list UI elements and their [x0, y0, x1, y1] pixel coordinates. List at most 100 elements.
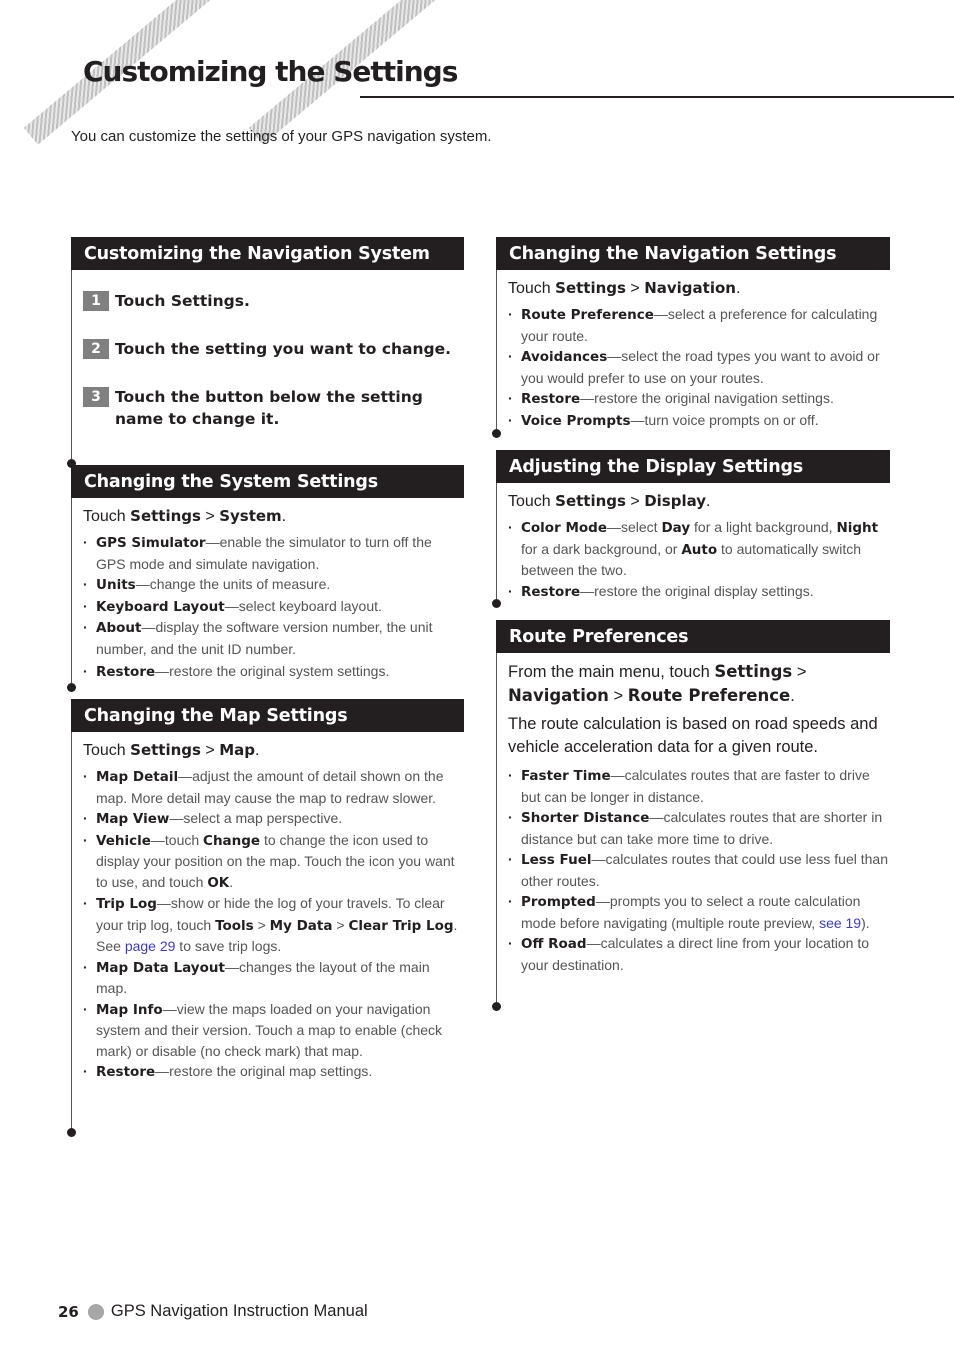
- section-body: Touch Settings > Map. Map Detail—adjust …: [66, 732, 464, 1137]
- list-item: About—display the software version numbe…: [83, 617, 464, 659]
- section-route-preferences: Route Preferences From the main menu, to…: [491, 620, 890, 1011]
- item-desc: —select: [606, 519, 662, 535]
- list-item: Route Preference—select a preference for…: [508, 304, 890, 346]
- section-heading: Route Preferences: [496, 620, 890, 653]
- menu-path-system: System: [219, 507, 282, 525]
- list-item: Off Road—calculates a direct line from y…: [508, 933, 890, 975]
- item-desc: —display the software version number, th…: [96, 619, 433, 657]
- section-map-settings: Changing the Map Settings Touch Settings…: [66, 699, 464, 1137]
- step-1: 1 Touch Settings.: [83, 290, 464, 312]
- item-term: Vehicle: [96, 832, 151, 849]
- list-item: Color Mode—select Day for a light backgr…: [508, 517, 890, 581]
- item-desc: for a dark background, or: [521, 540, 682, 557]
- footer-dot-icon: [87, 1303, 104, 1320]
- section-body: From the main menu, touch Settings > Nav…: [491, 653, 890, 1011]
- list-item: Less Fuel—calculates routes that could u…: [508, 849, 890, 891]
- section-heading: Adjusting the Display Settings: [496, 450, 890, 483]
- item-desc: for a light background,: [690, 519, 837, 535]
- list-item: Map Data Layout—changes the layout of th…: [83, 957, 464, 999]
- page-number: 26: [58, 1302, 79, 1321]
- item-term: Less Fuel: [521, 852, 592, 868]
- list-item: Prompted—prompts you to select a route c…: [508, 891, 890, 933]
- list-item: Restore—restore the original map setting…: [83, 1061, 464, 1083]
- route-instructions: From the main menu, touch Settings > Nav…: [508, 653, 890, 708]
- list-item: Units—change the units of measure.: [83, 574, 464, 596]
- section-display-settings: Adjusting the Display Settings Touch Set…: [491, 450, 890, 608]
- section-navigation-settings: Changing the Navigation Settings Touch S…: [491, 237, 890, 438]
- item-term: Route Preference: [521, 307, 654, 323]
- path-separator: >: [625, 280, 645, 297]
- section-system-settings: Changing the System Settings Touch Setti…: [66, 465, 464, 692]
- intro-text: You can customize the settings of your G…: [71, 128, 492, 145]
- menu-path-navigation: Navigation: [644, 279, 736, 297]
- step-number: 3: [83, 387, 109, 407]
- step-2: 2 Touch the setting you want to change.: [83, 338, 464, 360]
- section-body: Touch Settings > Display. Color Mode—sel…: [491, 483, 890, 608]
- list-item: Map Detail—adjust the amount of detail s…: [83, 766, 464, 808]
- period: .: [281, 508, 287, 525]
- item-term: GPS Simulator: [96, 535, 206, 551]
- item-term: Trip Log: [96, 896, 157, 912]
- section-heading: Customizing the Navigation System: [71, 237, 464, 270]
- path-separator: >: [253, 916, 270, 933]
- section-heading: Changing the Navigation Settings: [496, 237, 890, 270]
- list-item: Restore—restore the original system sett…: [83, 661, 464, 683]
- settings-list: Map Detail—adjust the amount of detail s…: [83, 766, 464, 1083]
- menu-path-map: Map: [219, 741, 255, 759]
- menu-path-route-preference: Route Preference: [627, 686, 791, 705]
- item-desc: —restore the original navigation setting…: [580, 390, 834, 406]
- item-desc: —touch: [150, 831, 204, 848]
- touch-prefix: Touch: [83, 508, 131, 525]
- item-term: Off Road: [521, 936, 587, 952]
- list-item: Keyboard Layout—select keyboard layout.: [83, 596, 464, 618]
- item-term: Units: [96, 577, 136, 593]
- list-item: Map View—select a map perspective.: [83, 808, 464, 830]
- item-term: Keyboard Layout: [96, 598, 225, 615]
- title-rule: [360, 96, 954, 98]
- path-separator: >: [332, 916, 349, 933]
- list-item: Trip Log—show or hide the log of your tr…: [83, 893, 464, 957]
- path-separator: >: [608, 687, 628, 705]
- section-heading: Changing the System Settings: [71, 465, 464, 498]
- menu-path-settings: Settings: [555, 279, 626, 297]
- section-end-dot: [491, 599, 501, 608]
- section-end-dot: [66, 683, 76, 692]
- item-term: Prompted: [521, 894, 596, 910]
- option-auto: Auto: [681, 541, 718, 558]
- touch-prefix: Touch: [508, 493, 556, 510]
- list-item: Voice Prompts—turn voice prompts on or o…: [508, 410, 890, 432]
- item-desc: —restore the original map settings.: [155, 1063, 373, 1079]
- settings-list: GPS Simulator—enable the simulator to tu…: [83, 532, 464, 683]
- list-item: Restore—restore the original display set…: [508, 581, 890, 603]
- period: .: [790, 687, 795, 705]
- touch-prefix: Touch: [83, 742, 131, 759]
- step-text: Touch Settings.: [115, 292, 250, 310]
- menu-path-navigation: Navigation: [508, 686, 609, 705]
- period: .: [706, 493, 711, 510]
- item-term: Restore: [96, 664, 156, 680]
- page-title: Customizing the Settings: [83, 55, 458, 88]
- item-desc: —turn voice prompts on or off.: [630, 411, 819, 428]
- see-19-link[interactable]: see 19: [819, 915, 861, 931]
- touch-prefix: Touch: [508, 280, 556, 297]
- path-separator: >: [792, 663, 807, 681]
- path-separator: >: [625, 493, 645, 510]
- route-options-list: Faster Time—calculates routes that are f…: [508, 765, 890, 975]
- page-29-link[interactable]: page 29: [125, 938, 176, 954]
- page-footer: 26 GPS Navigation Instruction Manual: [58, 1302, 368, 1321]
- settings-list: Route Preference—select a preference for…: [508, 304, 890, 431]
- item-desc: —restore the original system settings.: [155, 663, 390, 679]
- item-desc: .: [229, 873, 234, 890]
- step-3: 3 Touch the button below the setting nam…: [83, 386, 464, 430]
- item-desc: ).: [861, 914, 870, 931]
- list-item: Avoidances—select the road types you wan…: [508, 346, 890, 388]
- step-number: 1: [83, 291, 109, 311]
- item-term: About: [96, 620, 142, 636]
- para-text: From the main menu, touch: [508, 663, 715, 681]
- item-term: Map Info: [96, 1001, 163, 1018]
- item-term: Color Mode: [521, 520, 607, 536]
- item-desc: —select a map perspective.: [169, 810, 343, 826]
- step-text: Touch the setting you want to change.: [115, 340, 452, 358]
- menu-path-display: Display: [644, 492, 707, 510]
- menu-path-settings: Settings: [130, 741, 201, 759]
